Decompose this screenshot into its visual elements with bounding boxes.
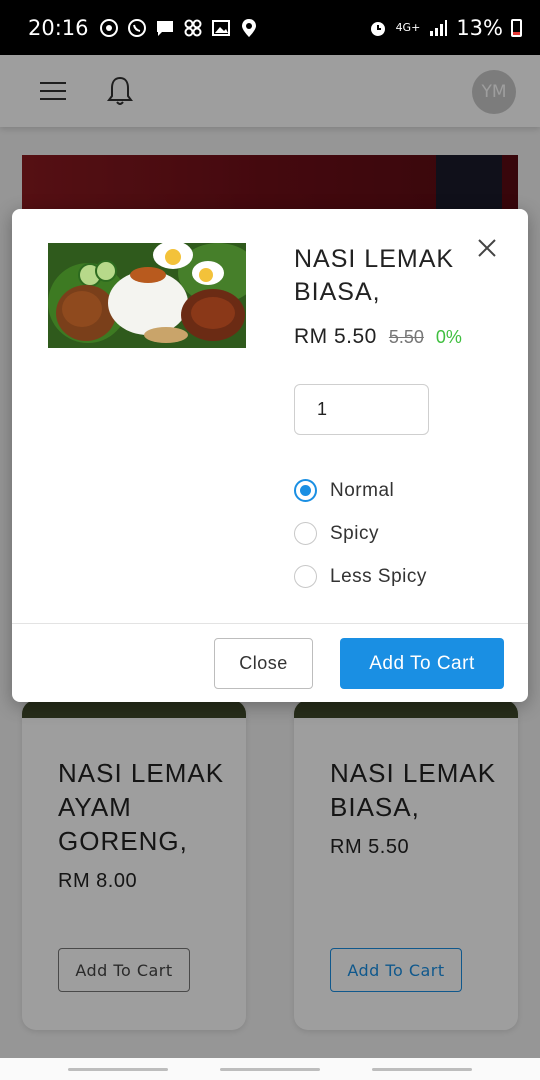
price-row: RM 5.50 5.50 0% bbox=[294, 325, 462, 349]
battery-percentage: 13% bbox=[456, 15, 503, 40]
whatsapp-icon bbox=[127, 18, 146, 37]
modal-footer-divider bbox=[12, 623, 528, 624]
nav-home-handle[interactable] bbox=[220, 1068, 320, 1071]
discount-badge: 0% bbox=[435, 327, 462, 347]
gallery-icon bbox=[211, 19, 230, 36]
signal-icon bbox=[430, 19, 448, 36]
spice-level-options: Normal Spicy Less Spicy bbox=[294, 469, 427, 598]
apps-icon bbox=[184, 19, 202, 36]
alarm-icon bbox=[370, 21, 385, 36]
radio-unselected[interactable] bbox=[294, 522, 317, 545]
spice-option-label: Less Spicy bbox=[330, 565, 427, 587]
original-price: 5.50 bbox=[388, 327, 424, 347]
quantity-input[interactable] bbox=[294, 384, 429, 435]
product-options-modal: NASI LEMAK BIASA, RM 5.50 5.50 0% Normal… bbox=[12, 209, 528, 702]
current-price: RM 5.50 bbox=[294, 325, 377, 348]
nav-recent-handle[interactable] bbox=[68, 1068, 168, 1071]
status-bar: 20:16 4G+ 13% bbox=[0, 0, 540, 55]
product-image bbox=[48, 243, 246, 348]
nav-back-handle[interactable] bbox=[372, 1068, 472, 1071]
radio-selected[interactable] bbox=[294, 479, 317, 502]
spice-option-less-spicy[interactable]: Less Spicy bbox=[294, 555, 427, 598]
network-type: 4G+ bbox=[395, 21, 421, 34]
location-icon bbox=[241, 18, 256, 37]
battery-icon bbox=[511, 18, 522, 37]
radio-unselected[interactable] bbox=[294, 565, 317, 588]
sync-icon bbox=[99, 18, 118, 37]
status-time: 20:16 bbox=[28, 15, 89, 40]
system-nav-bar bbox=[0, 1058, 540, 1080]
message-icon bbox=[156, 20, 173, 36]
spice-option-label: Spicy bbox=[330, 522, 379, 544]
add-to-cart-button[interactable]: Add To Cart bbox=[340, 638, 504, 689]
close-button[interactable]: Close bbox=[214, 638, 313, 689]
spice-option-spicy[interactable]: Spicy bbox=[294, 512, 427, 555]
modal-product-title: NASI LEMAK BIASA, bbox=[294, 245, 455, 306]
notification-icons bbox=[99, 18, 259, 38]
system-indicators: 4G+ 13% bbox=[368, 16, 522, 40]
spice-option-normal[interactable]: Normal bbox=[294, 469, 427, 512]
spice-option-label: Normal bbox=[330, 479, 395, 501]
